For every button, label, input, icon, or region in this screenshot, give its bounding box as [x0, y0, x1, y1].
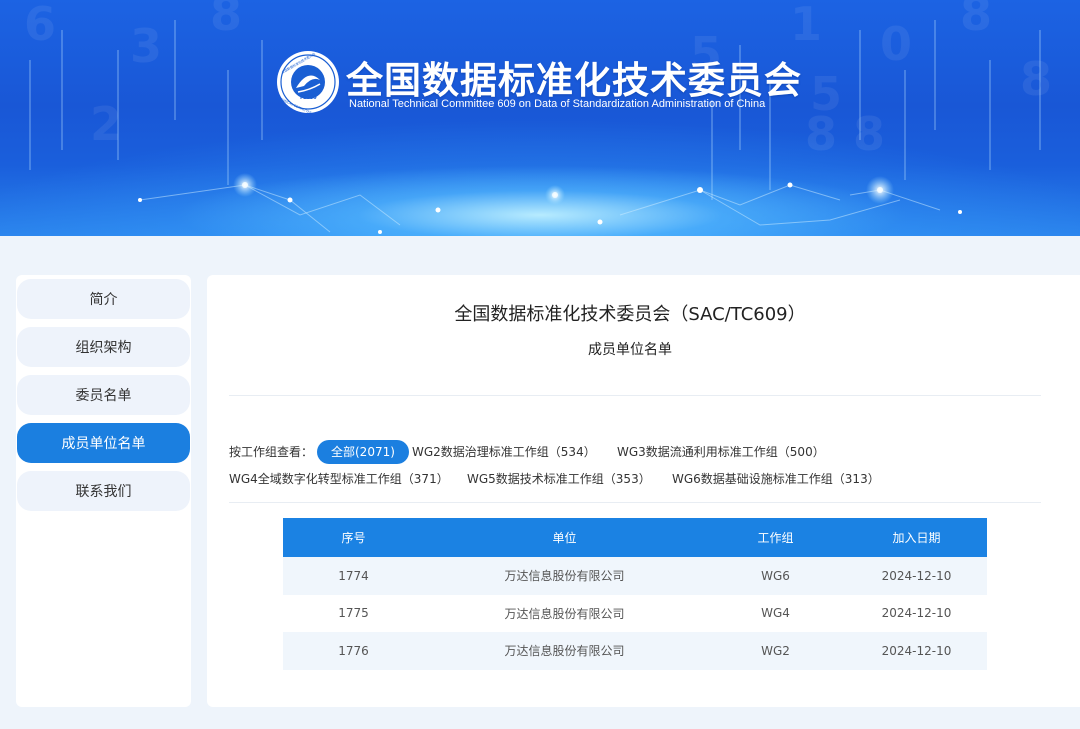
svg-text:0: 0: [880, 17, 912, 71]
cell-index: 1774: [338, 568, 369, 583]
header-banner: 638 515 088 28 8 全国数据标准化技术委员会 TECHNICAL …: [0, 0, 1080, 236]
table-row: 1776 万达信息股份有限公司 WG2 2024-12-10: [283, 632, 987, 670]
cell-join-date: 2024-12-10: [881, 643, 952, 658]
svg-text:3: 3: [130, 19, 162, 73]
banner-decoration: 6 38 515 088 28 8: [24, 0, 1052, 234]
cell-working-group: WG4: [761, 606, 790, 621]
column-header-working-group: 工作组: [757, 531, 794, 545]
site-title: 全国数据标准化技术委员会: [346, 59, 802, 102]
sidebar-item-organization[interactable]: 组织架构: [17, 327, 190, 367]
svg-text:8: 8: [960, 0, 992, 41]
page-subtitle: 成员单位名单: [588, 342, 672, 358]
sidebar-item-member-units[interactable]: 成员单位名单: [17, 423, 190, 463]
svg-text:8 8: 8 8: [805, 107, 885, 161]
filter-chip-wg4[interactable]: WG4全域数字化转型标准工作组（371）: [229, 467, 449, 491]
svg-text:2: 2: [90, 97, 122, 151]
table-row: 1774 万达信息股份有限公司 WG6 2024-12-10: [283, 557, 987, 595]
cell-unit: 万达信息股份有限公司: [504, 644, 625, 659]
sidebar-item-intro[interactable]: 简介: [17, 279, 190, 319]
filter-chip-wg3[interactable]: WG3数据流通利用标准工作组（500）: [617, 440, 825, 464]
cell-index: 1776: [338, 643, 369, 658]
column-header-unit: 单位: [552, 531, 577, 545]
svg-text:1: 1: [790, 0, 822, 51]
site-subtitle-en: National Technical Committee 609 on Data…: [349, 98, 766, 110]
filter-chip-wg5[interactable]: WG5数据技术标准工作组（353）: [467, 467, 651, 491]
filter-chip-all[interactable]: 全部(2071): [317, 440, 409, 464]
main-panel: 全国数据标准化技术委员会（SAC/TC609） 成员单位名单 按工作组查看： 全…: [207, 275, 1080, 707]
cell-join-date: 2024-12-10: [881, 568, 952, 583]
filter-chip-wg2[interactable]: WG2数据治理标准工作组（534）: [412, 440, 596, 464]
cell-index: 1775: [338, 606, 369, 621]
filter-chip-wg6[interactable]: WG6数据基础设施标准工作组（313）: [672, 467, 880, 491]
divider: [229, 502, 1041, 503]
column-header-join-date: 加入日期: [892, 531, 941, 545]
divider: [229, 395, 1041, 396]
table-row: 1775 万达信息股份有限公司 WG4 2024-12-10: [283, 594, 987, 632]
committee-seal-logo: 全国数据标准化技术委员会 TECHNICAL COMMITTEE TC609: [276, 51, 339, 114]
svg-text:6: 6: [24, 0, 56, 51]
sidebar-item-contact[interactable]: 联系我们: [17, 471, 190, 511]
sidebar: 简介 组织架构 委员名单 成员单位名单 联系我们: [16, 275, 191, 707]
cell-working-group: WG6: [761, 568, 790, 583]
svg-text:8: 8: [210, 0, 242, 41]
cell-working-group: WG2: [761, 643, 790, 658]
filter-label: 按工作组查看：: [229, 445, 314, 459]
cell-unit: 万达信息股份有限公司: [504, 569, 625, 584]
logo-code: TC609: [299, 95, 317, 101]
member-units-table: 序号 单位 工作组 加入日期 1774 万达信息股份有限公司 WG6 2024-…: [283, 518, 987, 670]
table-header: 序号 单位 工作组 加入日期: [283, 518, 987, 557]
column-header-index: 序号: [341, 531, 366, 545]
page-title: 全国数据标准化技术委员会（SAC/TC609）: [454, 304, 806, 325]
cell-unit: 万达信息股份有限公司: [504, 606, 625, 621]
sidebar-item-committee-members[interactable]: 委员名单: [17, 375, 190, 415]
svg-text:8: 8: [1020, 52, 1052, 106]
cell-join-date: 2024-12-10: [881, 606, 952, 621]
